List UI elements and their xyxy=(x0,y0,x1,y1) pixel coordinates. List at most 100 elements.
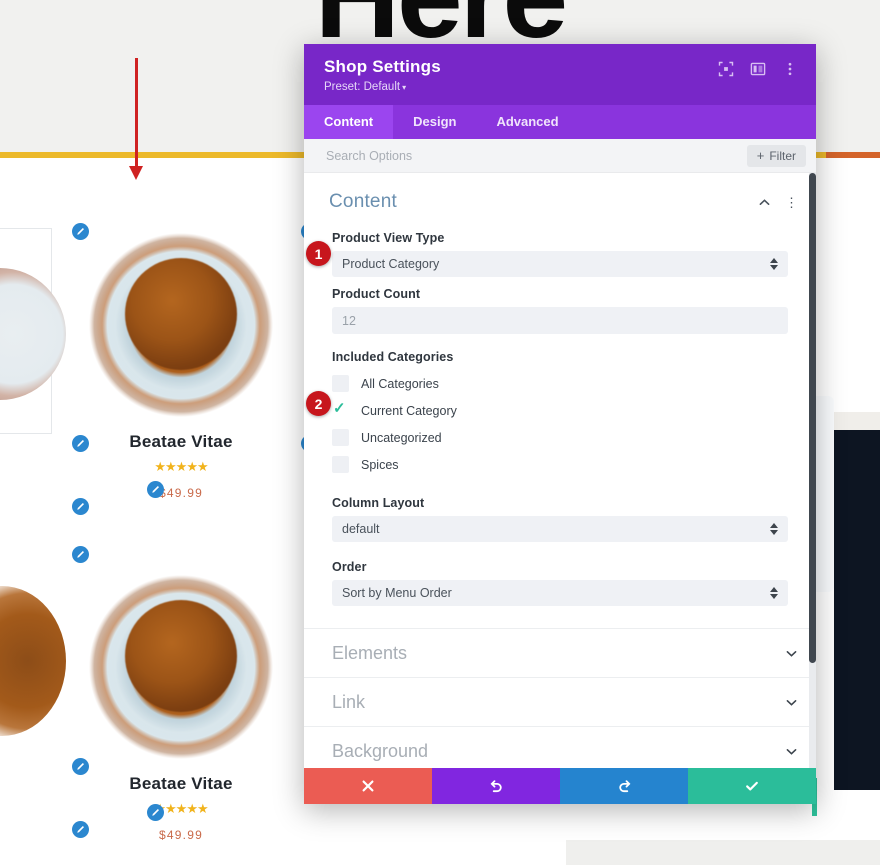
edit-pencil-icon[interactable] xyxy=(72,546,89,563)
product-image-partial-2 xyxy=(0,586,66,736)
content-section-header[interactable]: Content ⋮ xyxy=(304,173,816,221)
edit-pencil-icon[interactable] xyxy=(72,758,89,775)
checkbox-current-category[interactable] xyxy=(332,399,349,419)
chevron-up-icon[interactable] xyxy=(758,196,771,209)
product-image xyxy=(88,232,274,418)
product-view-type-field: Product View Type Product Category xyxy=(304,231,816,277)
undo-button[interactable] xyxy=(432,768,560,804)
checkbox-row-spices[interactable]: Spices xyxy=(332,451,788,478)
product-card[interactable]: Beatae Vitae ★★★★★ $49.99 xyxy=(62,232,300,508)
accordion-label: Link xyxy=(332,691,366,712)
checkbox-spices[interactable] xyxy=(332,456,349,473)
edit-pencil-icon[interactable] xyxy=(147,804,164,821)
included-categories-field: Included Categories All Categories Curre… xyxy=(304,334,816,478)
product-price: $49.99 xyxy=(159,486,203,500)
modal-header-actions xyxy=(718,61,798,77)
edit-pencil-icon[interactable] xyxy=(72,223,89,240)
included-categories-label: Included Categories xyxy=(332,350,454,364)
checkbox-label: Spices xyxy=(361,457,399,472)
modal-scrollbar[interactable] xyxy=(809,173,816,768)
tab-content[interactable]: Content xyxy=(304,105,394,139)
edit-pencil-icon[interactable] xyxy=(72,498,89,515)
checkbox-uncategorized[interactable] xyxy=(332,429,349,446)
stepper-arrows-icon xyxy=(770,258,778,270)
product-title: Beatae Vitae xyxy=(129,774,233,793)
chevron-down-icon: ▾ xyxy=(402,83,407,92)
order-select[interactable]: Sort by Menu Order xyxy=(332,580,788,606)
product-count-label: Product Count xyxy=(332,287,421,301)
x-icon xyxy=(362,780,374,792)
edit-pencil-icon[interactable] xyxy=(72,821,89,838)
column-layout-label: Column Layout xyxy=(332,496,425,510)
footer-band xyxy=(566,840,880,865)
preset-selector[interactable]: Preset: Default ▾ xyxy=(324,81,441,93)
product-title: Beatae Vitae xyxy=(129,432,233,451)
order-value: Sort by Menu Order xyxy=(342,586,452,600)
column-layout-value: default xyxy=(342,522,380,536)
save-button[interactable] xyxy=(688,768,816,804)
chevron-down-icon[interactable] xyxy=(785,745,798,758)
product-view-type-value: Product Category xyxy=(342,257,440,271)
product-view-type-select[interactable]: Product Category xyxy=(332,251,788,277)
section-title: Content xyxy=(329,191,397,212)
cancel-button[interactable] xyxy=(304,768,432,804)
modal-tabs: Content Design Advanced xyxy=(304,105,816,139)
section-spacer xyxy=(834,412,880,432)
edit-pencil-icon[interactable] xyxy=(147,481,164,498)
modal-scrollbar-thumb[interactable] xyxy=(809,173,816,663)
accordion-label: Elements xyxy=(332,642,408,663)
checkbox-all-categories[interactable] xyxy=(332,375,349,392)
modal-body: Content ⋮ Product View Type Product Cate… xyxy=(304,173,816,768)
tab-design[interactable]: Design xyxy=(393,105,476,139)
section-kebab-icon[interactable]: ⋮ xyxy=(785,196,798,209)
check-icon xyxy=(746,781,758,791)
product-count-input[interactable]: 12 xyxy=(332,307,788,334)
product-image xyxy=(88,574,274,760)
step-badge-2: 2 xyxy=(306,391,331,416)
modal-footer xyxy=(304,768,816,804)
checkbox-label: Uncategorized xyxy=(361,430,442,445)
product-count-field: Product Count 12 xyxy=(304,287,816,334)
product-image-partial xyxy=(0,268,66,400)
order-field: Order Sort by Menu Order xyxy=(304,542,816,628)
modal-header: Shop Settings Preset: Default ▾ xyxy=(304,44,816,105)
product-price: $49.99 xyxy=(159,828,203,842)
accordion-link[interactable]: Link xyxy=(304,677,816,726)
focus-icon[interactable] xyxy=(718,61,734,77)
stepper-arrows-icon xyxy=(770,587,778,599)
annotation-arrow-head xyxy=(129,166,143,180)
product-card[interactable]: Beatae Vitae ★★★★★ $49.99 xyxy=(62,574,300,850)
redo-icon xyxy=(618,779,630,792)
step-badge-1: 1 xyxy=(306,241,331,266)
accordion-label: Background xyxy=(332,740,429,761)
filter-label: Filter xyxy=(769,148,796,163)
checkbox-label: Current Category xyxy=(361,403,457,418)
search-input[interactable] xyxy=(326,148,747,163)
redo-button[interactable] xyxy=(560,768,688,804)
plus-icon: + xyxy=(756,148,765,163)
product-rating-stars: ★★★★★ xyxy=(154,801,208,816)
filter-button[interactable]: + Filter xyxy=(746,144,806,167)
annotation-arrow-shaft xyxy=(135,58,138,170)
chevron-down-icon[interactable] xyxy=(785,647,798,660)
checkbox-row-uncategorized[interactable]: Uncategorized xyxy=(332,424,788,451)
modal-title: Shop Settings xyxy=(324,57,441,76)
column-layout-select[interactable]: default xyxy=(332,516,788,542)
checkbox-row-current-category[interactable]: Current Category xyxy=(332,397,788,424)
product-count-value: 12 xyxy=(342,313,356,328)
accordion-background[interactable]: Background xyxy=(304,726,816,768)
shop-settings-modal: Shop Settings Preset: Default ▾ Content … xyxy=(304,44,816,804)
preset-label: Preset: Default xyxy=(324,81,401,93)
options-search-bar: + Filter xyxy=(304,139,816,173)
kebab-menu-icon[interactable] xyxy=(782,61,798,77)
tab-advanced[interactable]: Advanced xyxy=(476,105,578,139)
stepper-arrows-icon xyxy=(770,523,778,535)
checkbox-label: All Categories xyxy=(361,376,439,391)
checkbox-row-all-categories[interactable]: All Categories xyxy=(332,370,788,397)
accordion-elements[interactable]: Elements xyxy=(304,628,816,677)
edit-pencil-icon[interactable] xyxy=(72,435,89,452)
orange-divider xyxy=(826,152,880,158)
product-view-type-label: Product View Type xyxy=(332,231,445,245)
layout-columns-icon[interactable] xyxy=(750,61,766,77)
chevron-down-icon[interactable] xyxy=(785,696,798,709)
